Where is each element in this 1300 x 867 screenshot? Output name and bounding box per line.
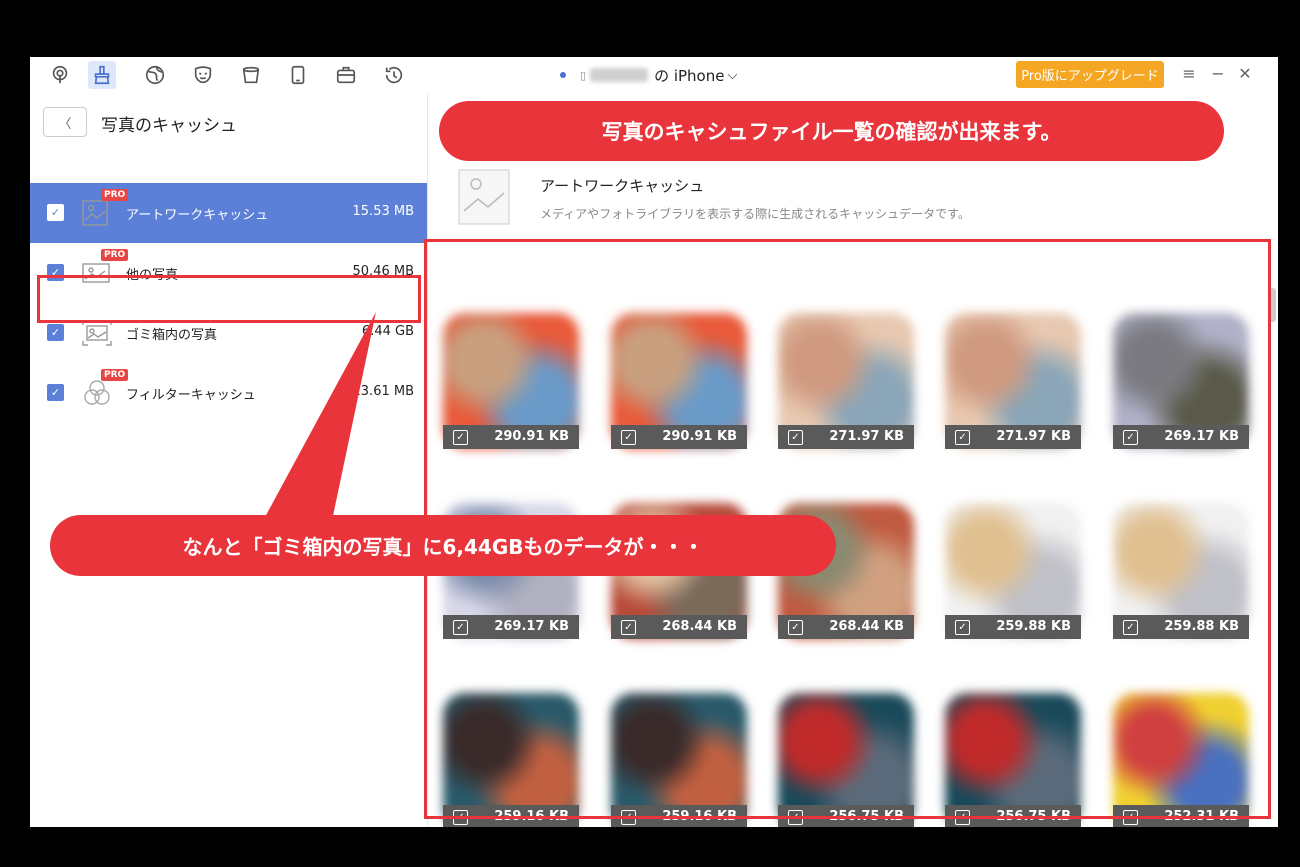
sidebar-item-label: ゴミ箱内の写真 [126,328,218,343]
sidebar-item-size: 13.61 MB [352,384,414,399]
toolbox-icon[interactable] [332,61,360,89]
connection-dot-icon [560,72,566,78]
sidebar-item-label: アートワークキャッシュ [126,208,269,223]
chevron-down-icon: ⌵ [727,67,738,83]
filter-circles-icon [84,380,110,405]
blurred-device-name [590,68,649,82]
pro-badge: PRO [101,369,129,381]
category-description: メディアやフォトライブラリを表示する際に生成されるキャッシュデータです。 [540,207,970,221]
checkbox[interactable]: ✓ [47,384,64,401]
globe-icon[interactable] [141,61,169,89]
pro-badge: PRO [101,189,129,201]
annotation-bottom: なんと「ゴミ箱内の写真」に6,44GBものデータが・・・ [50,515,836,576]
trash-photo-icon [82,320,112,346]
sidebar-title: 写真のキャッシュ [101,116,237,136]
trash-bin-icon[interactable] [237,61,265,89]
podcast-icon[interactable] [46,61,74,89]
artwork-image-icon [458,169,510,225]
highlight-box-trash-photos [37,275,421,323]
device-name: の iPhone [654,66,725,85]
checkbox[interactable]: ✓ [47,204,64,221]
clock-history-icon[interactable] [380,61,408,89]
phone-icon[interactable] [284,61,312,89]
device-selector[interactable]: ▯ の iPhone ⌵ [560,64,737,86]
sidebar-item-size: 15.53 MB [352,204,414,219]
pro-badge: PRO [101,249,129,261]
sidebar: 〈 写真のキャッシュ ✓ PRO アートワークキャッシュ 15.53 MB ✓ PRO 他の… [30,93,428,827]
close-icon[interactable]: ✕ [1236,61,1254,85]
cleanup-icon[interactable] [88,61,116,89]
phone-small-icon: ▯ [580,68,587,82]
sidebar-item-1[interactable]: ✓ PRO アートワークキャッシュ 15.53 MB [30,183,427,243]
category-title: アートワークキャッシュ [540,177,705,195]
upgrade-button[interactable]: Pro版にアップグレード [1016,61,1164,88]
checkbox[interactable]: ✓ [47,324,64,341]
sidebar-item-label: フィルターキャッシュ [126,388,256,403]
sidebar-item-4[interactable]: ✓ PRO フィルターキャッシュ 13.61 MB [30,363,427,423]
menu-icon[interactable]: ≡ [1180,61,1198,85]
minimize-icon[interactable]: − [1209,61,1227,85]
chevron-left-icon: 〈 [58,116,72,132]
artwork-image-icon [82,200,108,226]
sidebar-item-size: 6.44 GB [361,324,414,339]
toolbar: ▯ の iPhone ⌵ Pro版にアップグレード ≡ − ✕ [30,57,1278,93]
annotation-top: 写真のキャシュファイル一覧の確認が出来ます。 [439,101,1224,161]
mask-icon[interactable] [189,61,217,89]
back-button[interactable]: 〈 [43,107,87,137]
